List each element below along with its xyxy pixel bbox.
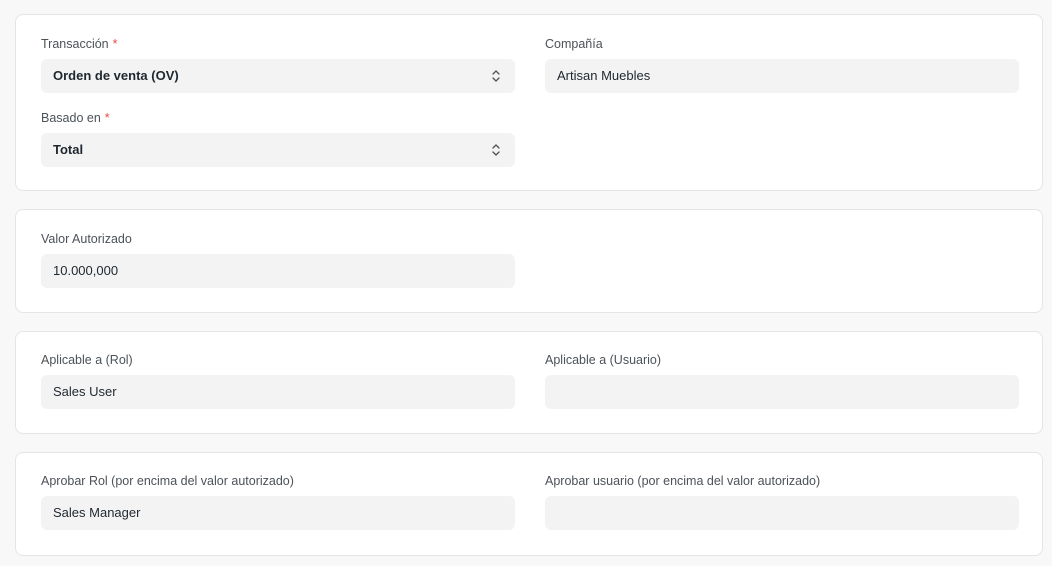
company-label: Compañía (545, 37, 603, 51)
based-on-label: Basado en * (41, 110, 515, 126)
authorized-value-field: Valor Autorizado 10.000,000 (41, 231, 515, 288)
applicable-user-input[interactable] (545, 375, 1019, 409)
transaction-select[interactable]: Orden de venta (OV) (41, 59, 515, 93)
approving-role-label: Aprobar Rol (por encima del valor autori… (41, 474, 294, 488)
based-on-label-text: Basado en (41, 111, 101, 125)
based-on-select[interactable]: Total (41, 133, 515, 167)
approving-user-label: Aprobar usuario (por encima del valor au… (545, 474, 821, 488)
required-mark: * (104, 111, 110, 125)
applicable-section: Aplicable a (Rol) Sales User Aplicable a… (15, 331, 1043, 434)
based-on-field: Basado en * Total (41, 110, 515, 167)
authorized-value-input[interactable]: 10.000,000 (41, 254, 515, 288)
transaction-section: Transacción * Orden de venta (OV) Compañí… (15, 14, 1043, 191)
company-field: Compañía Artisan Muebles (545, 36, 1019, 93)
transaction-value: Orden de venta (OV) (53, 68, 179, 83)
transaction-field: Transacción * Orden de venta (OV) (41, 36, 515, 93)
applicable-role-label: Aplicable a (Rol) (41, 353, 133, 367)
applicable-role-input[interactable]: Sales User (41, 375, 515, 409)
required-mark: * (112, 37, 118, 51)
based-on-value: Total (53, 142, 84, 157)
approving-user-input[interactable] (545, 496, 1019, 530)
applicable-role-field: Aplicable a (Rol) Sales User (41, 352, 515, 409)
transaction-label: Transacción * (41, 36, 515, 52)
applicable-user-field: Aplicable a (Usuario) (545, 352, 1019, 409)
company-input[interactable]: Artisan Muebles (545, 59, 1019, 93)
chevron-updown-icon (492, 70, 500, 82)
chevron-updown-icon (492, 144, 500, 156)
approving-section: Aprobar Rol (por encima del valor autori… (15, 452, 1043, 556)
approving-user-field: Aprobar usuario (por encima del valor au… (545, 473, 1019, 530)
approving-role-field: Aprobar Rol (por encima del valor autori… (41, 473, 515, 530)
authorized-value-section: Valor Autorizado 10.000,000 (15, 209, 1043, 313)
authorized-value-label: Valor Autorizado (41, 232, 132, 246)
transaction-label-text: Transacción (41, 37, 109, 51)
applicable-user-label: Aplicable a (Usuario) (545, 353, 662, 367)
approving-role-input[interactable]: Sales Manager (41, 496, 515, 530)
